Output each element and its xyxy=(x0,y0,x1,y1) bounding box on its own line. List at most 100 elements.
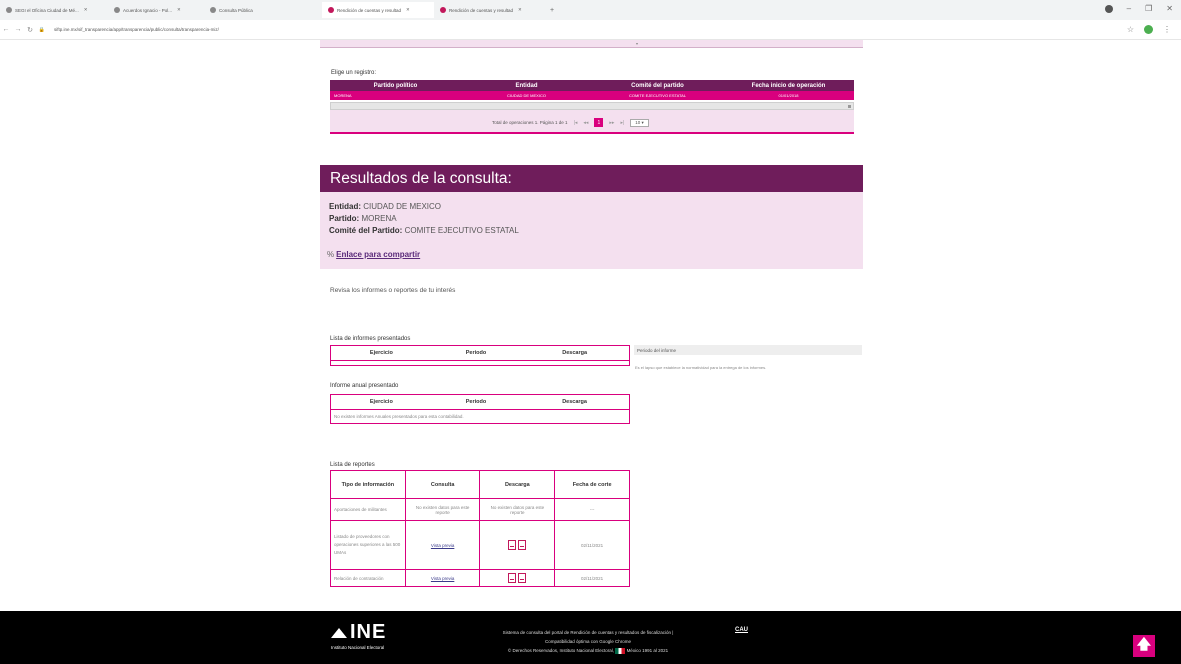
table-cell[interactable]: MORENA xyxy=(330,91,461,100)
tab-favicon-icon xyxy=(210,7,216,13)
lock-icon: 🔒 xyxy=(38,26,46,33)
url-field[interactable]: siftp.ine.mx/sif_transparencia/app/trans… xyxy=(54,27,219,32)
ine-logo[interactable]: INE Instituto Nacional Electoral xyxy=(331,621,421,650)
column-header: Ejercicio xyxy=(330,345,432,361)
reportes-header-row: Tipo de información Consulta Descarga Fe… xyxy=(330,470,630,499)
vista-previa-link[interactable]: Vista previa xyxy=(431,576,454,581)
browser-tab[interactable]: SEGI el Oficina Ciudad de Mé... ✕ xyxy=(0,2,108,18)
share-link[interactable]: % Enlace para compartir xyxy=(327,250,420,259)
pdf-icon[interactable] xyxy=(508,539,517,550)
bookmark-star-icon[interactable]: ☆ xyxy=(1127,25,1134,34)
descarga-cell xyxy=(479,520,556,570)
column-header: Descarga xyxy=(520,394,630,410)
results-title: Resultados de la consulta: xyxy=(320,165,863,192)
excel-icon[interactable] xyxy=(518,539,527,550)
tab-favicon-icon xyxy=(6,7,12,13)
column-header[interactable]: Comité del partido xyxy=(592,80,723,91)
share-link-text[interactable]: Enlace para compartir xyxy=(336,250,420,259)
descarga-cell: No existen datos para este reporte xyxy=(479,498,556,521)
back-icon[interactable]: ← xyxy=(0,26,12,33)
profile-icon[interactable] xyxy=(1104,4,1113,13)
tab-title: Consulta Pública xyxy=(219,7,253,13)
close-window-icon[interactable]: ✕ xyxy=(1166,4,1173,13)
column-header: Descarga xyxy=(520,345,630,361)
maximize-icon[interactable]: ❐ xyxy=(1145,4,1152,13)
address-bar-actions: ☆ ⋮ xyxy=(1127,25,1171,34)
close-icon[interactable]: ✕ xyxy=(84,7,88,13)
tab-favicon-icon xyxy=(328,7,334,13)
browser-address-bar: ← → ↻ 🔒 siftp.ine.mx/sif_transparencia/a… xyxy=(0,20,1181,40)
column-header[interactable]: Partido político xyxy=(330,80,461,91)
tipo-cell: Listado de proveedores con operaciones s… xyxy=(330,520,406,570)
footer-copyright: © Derechos Reservados, Instituto Naciona… xyxy=(507,648,615,653)
reload-icon[interactable]: ↻ xyxy=(24,26,36,34)
pdf-icon[interactable] xyxy=(508,572,517,583)
next-page-icon[interactable]: ▸▸ xyxy=(609,120,614,126)
chevron-down-icon: ▾ xyxy=(636,41,639,46)
minimize-icon[interactable]: – xyxy=(1127,4,1131,13)
entidad-line: Entidad: CIUDAD DE MEXICO xyxy=(329,202,441,211)
registro-row-selected[interactable]: MORENA CIUDAD DE MEXICO COMITE EJECUTIVO… xyxy=(330,91,854,100)
table-cell[interactable]: COMITE EJECUTIVO ESTATAL xyxy=(592,91,723,100)
close-icon[interactable]: ✕ xyxy=(406,7,410,13)
footer-line: Compatibilidad óptima con Google Chrome xyxy=(544,639,632,644)
new-tab-button[interactable]: + xyxy=(544,7,560,14)
footer-line: © Derechos Reservados, Instituto Naciona… xyxy=(452,646,724,655)
column-header[interactable]: Entidad xyxy=(461,80,592,91)
previous-section-strip: ▾ xyxy=(320,40,863,48)
fecha-cell: 02/11/2021 xyxy=(554,520,630,570)
table-row xyxy=(331,360,630,365)
pager-summary: Total de operaciones 1. Página 1 de 1 xyxy=(492,120,568,125)
scroll-arrow-icon[interactable] xyxy=(848,105,851,108)
table-cell[interactable]: 01/01/2018 xyxy=(723,91,854,100)
last-page-icon[interactable]: ▸| xyxy=(620,120,624,126)
pager-container: Total de operaciones 1. Página 1 de 1 |◂… xyxy=(330,110,854,134)
reportes-table: Tipo de información Consulta Descarga Fe… xyxy=(330,470,630,587)
current-page-button[interactable]: 1 xyxy=(594,118,604,127)
comite-line: Comité del Partido: COMITE EJECUTIVO EST… xyxy=(329,226,519,235)
tab-title: Acuerdos Ignacio - Pol... xyxy=(123,7,173,13)
browser-tab[interactable]: Rendición de cuentas y resultad ✕ xyxy=(434,2,544,18)
scroll-to-top-button[interactable]: 🡅 xyxy=(1133,635,1155,657)
column-header: Tipo de información xyxy=(330,470,406,499)
column-header: Periodo xyxy=(431,394,521,410)
cau-link[interactable]: CAU xyxy=(735,627,748,633)
browser-tab-active[interactable]: Rendición de cuentas y resultad ✕ xyxy=(322,2,434,18)
periodo-info-head: Periodo del informe xyxy=(634,345,862,355)
vista-previa-link[interactable]: Vista previa xyxy=(431,543,454,548)
footer: INE Instituto Nacional Electoral Sistema… xyxy=(0,611,1181,664)
elige-registro-label: Elige un registro: xyxy=(331,70,377,76)
excel-icon[interactable] xyxy=(518,572,527,583)
periodo-info-panel: Periodo del informe Es el lapso que esta… xyxy=(634,345,862,370)
column-header[interactable]: Fecha inicio de operación xyxy=(723,80,854,91)
close-icon[interactable]: ✕ xyxy=(177,7,181,13)
comite-value: COMITE EJECUTIVO ESTATAL xyxy=(404,226,519,235)
column-header: Ejercicio xyxy=(330,394,432,410)
partido-line: Partido: MORENA xyxy=(329,214,397,223)
horizontal-scrollbar[interactable] xyxy=(330,102,854,110)
table-row: Relación de contratación Vista previa 02… xyxy=(330,569,630,587)
partido-label: Partido: xyxy=(329,214,360,223)
entidad-label: Entidad: xyxy=(329,202,361,211)
forward-icon[interactable]: → xyxy=(12,26,24,33)
table-cell[interactable]: CIUDAD DE MEXICO xyxy=(461,91,592,100)
reportes-title: Lista de reportes xyxy=(330,462,375,468)
extension-icon[interactable] xyxy=(1144,25,1153,34)
revisa-text: Revisa los informes o reportes de tu int… xyxy=(330,287,456,294)
fecha-cell: --- xyxy=(554,498,630,521)
close-icon[interactable]: ✕ xyxy=(518,7,522,13)
table-row: Aportaciones de militantes No existen da… xyxy=(330,498,630,521)
partido-value: MORENA xyxy=(361,214,397,223)
tab-favicon-icon xyxy=(114,7,120,13)
prev-page-icon[interactable]: ◂◂ xyxy=(583,120,588,126)
tipo-cell: Relación de contratación xyxy=(330,569,406,587)
first-page-icon[interactable]: |◂ xyxy=(574,120,578,126)
column-header: Periodo xyxy=(431,345,521,361)
page-size-select[interactable]: 10 ▾ xyxy=(630,118,649,127)
tipo-cell: Aportaciones de militantes xyxy=(330,498,406,521)
browser-tab[interactable]: Consulta Pública xyxy=(204,2,300,18)
browser-tab[interactable]: Acuerdos Ignacio - Pol... ✕ xyxy=(108,2,204,18)
menu-icon[interactable]: ⋮ xyxy=(1163,25,1171,34)
empty-cell xyxy=(331,360,630,365)
anual-table: Ejercicio Periodo Descarga No existen in… xyxy=(330,394,630,424)
